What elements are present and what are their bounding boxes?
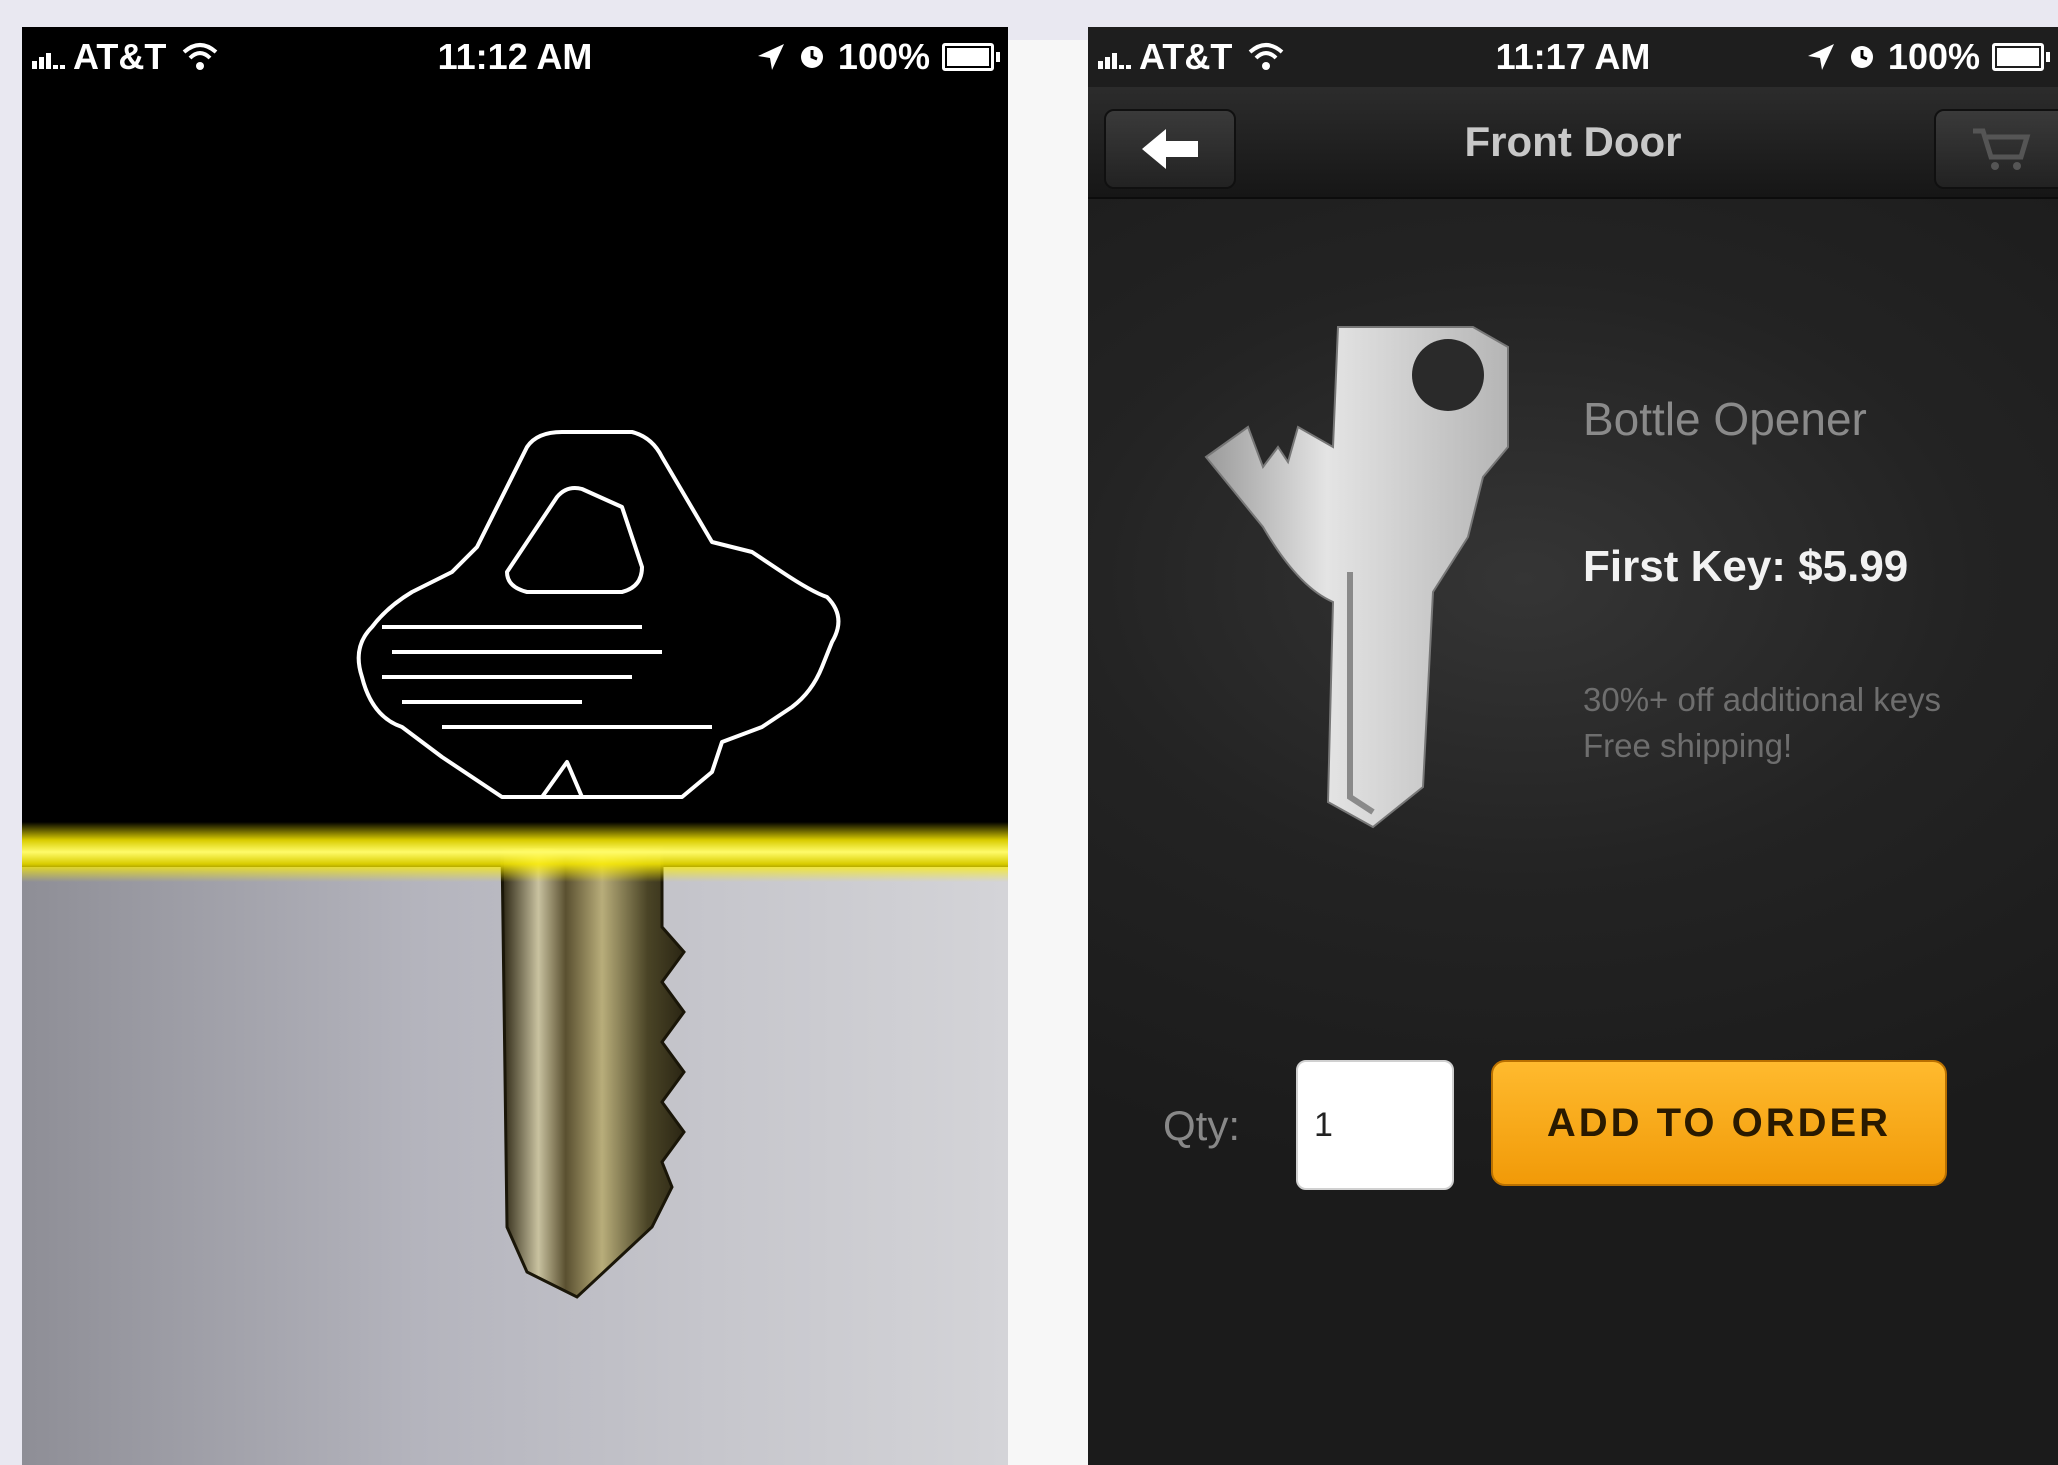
- nav-bar: Front Door: [1088, 87, 2058, 199]
- scanned-key-image: [356, 430, 841, 1299]
- status-bar: AT&T 11:17 AM 100%: [1088, 27, 2058, 87]
- qty-label: Qty:: [1163, 1102, 1241, 1149]
- qty-input[interactable]: [1296, 1060, 1454, 1190]
- product-name: Bottle Opener: [1583, 393, 1867, 445]
- battery-icon: [942, 43, 1000, 71]
- product-screen: Bottle Opener First Key: $5.99 30%+ off …: [1088, 27, 2058, 1465]
- promo-shipping: Free shipping!: [1583, 727, 1793, 764]
- product-price: First Key: $5.99: [1583, 542, 1909, 591]
- key-blade: [500, 845, 686, 1299]
- battery-percent: 100%: [1887, 36, 1980, 77]
- screen-divider: [1008, 40, 1088, 1465]
- nav-title: Front Door: [1464, 118, 1682, 165]
- battery-percent: 100%: [837, 36, 930, 77]
- promo-discount: 30%+ off additional keys: [1583, 681, 1942, 718]
- alarm-icon: [1850, 46, 1873, 68]
- scanner-screen: AT&T 11:12 AM 100%: [22, 27, 1008, 1465]
- location-icon: [1807, 44, 1834, 70]
- add-to-order-button[interactable]: ADD TO ORDER: [1491, 1060, 1947, 1186]
- alarm-icon: [800, 46, 823, 68]
- cart-icon: [1973, 128, 2031, 170]
- scan-laser-line: [22, 822, 1008, 882]
- battery-icon: [1992, 43, 2050, 71]
- location-icon: [757, 44, 784, 70]
- cart-button[interactable]: [1934, 109, 2058, 189]
- status-bar: AT&T 11:12 AM 100%: [22, 27, 1008, 87]
- key-outline: [356, 430, 841, 799]
- product-promo: 30%+ off additional keys Free shipping!: [1583, 677, 1941, 769]
